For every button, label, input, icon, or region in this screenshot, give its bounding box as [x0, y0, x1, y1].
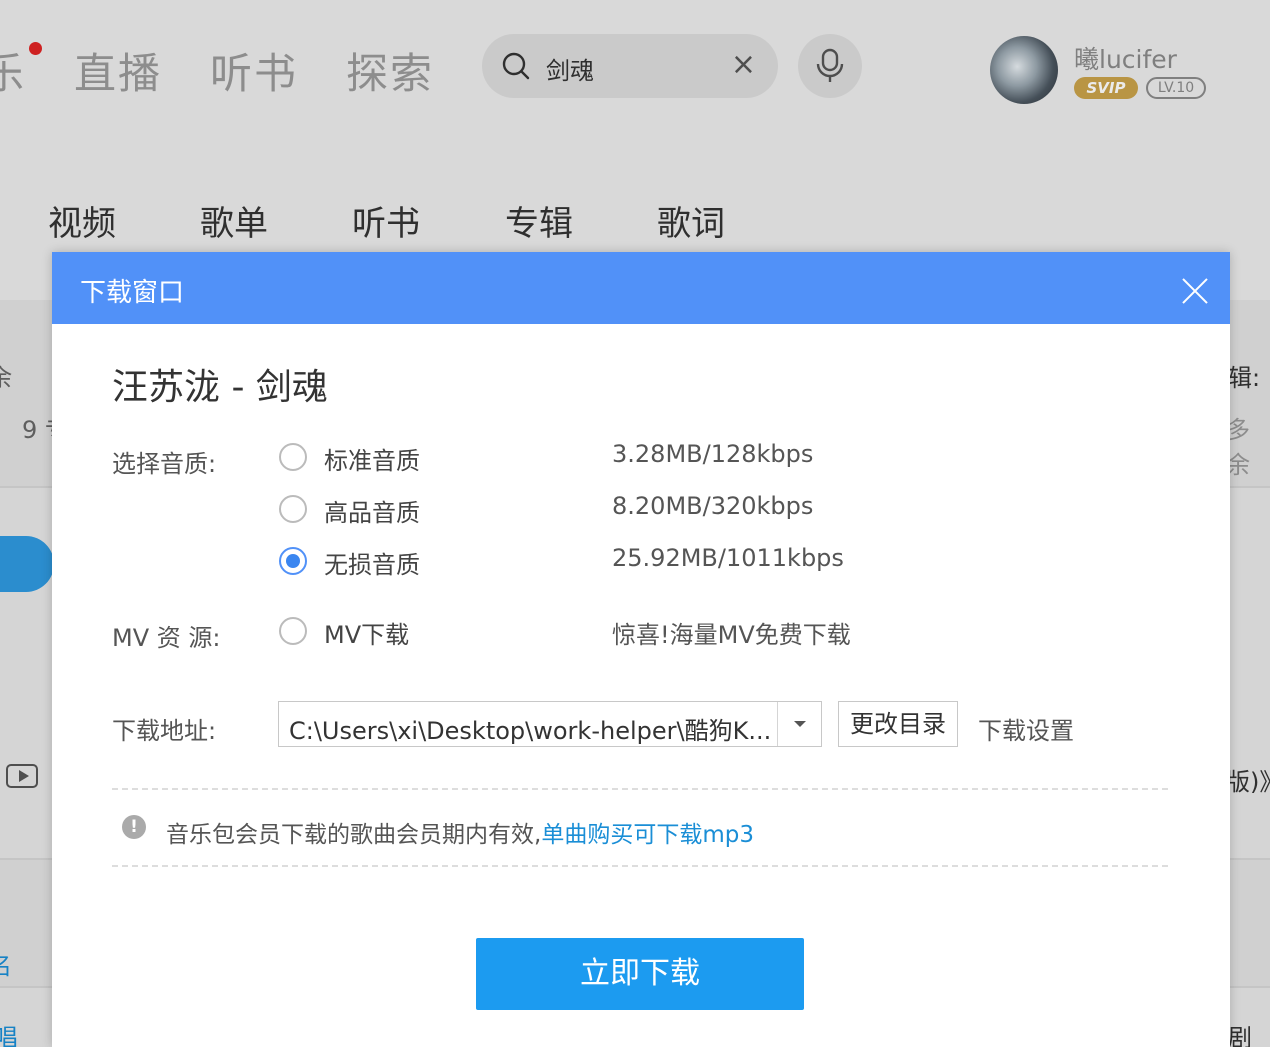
- membership-notice: 音乐包会员下载的歌曲会员期内有效,单曲购买可下载mp3: [166, 815, 754, 849]
- quality-label: 选择音质:: [112, 450, 217, 478]
- option-label-high[interactable]: 高品音质: [324, 493, 420, 528]
- download-dialog: 下载窗口 汪苏泷 - 剑魂 选择音质: 标准音质 3.28MB/128kbps …: [52, 252, 1230, 1047]
- option-info-standard: 3.28MB/128kbps: [612, 440, 814, 468]
- option-label-mv[interactable]: MV下载: [324, 615, 409, 650]
- radio-standard-quality[interactable]: [279, 443, 307, 471]
- mv-source-label: MV 资 源:: [112, 624, 221, 652]
- download-settings-link[interactable]: 下载设置: [978, 711, 1074, 746]
- close-icon[interactable]: [1182, 278, 1208, 304]
- download-now-button[interactable]: 立即下载: [476, 938, 804, 1010]
- song-title: 汪苏泷 - 剑魂: [112, 367, 328, 408]
- warning-icon: !: [122, 815, 146, 839]
- download-path-value: C:\Users\xi\Desktop\work-helper\酷狗K...: [289, 717, 769, 745]
- download-path-label: 下载地址:: [112, 717, 217, 745]
- option-info-high: 8.20MB/320kbps: [612, 492, 814, 520]
- download-path-select[interactable]: C:\Users\xi\Desktop\work-helper\酷狗K...: [278, 701, 822, 747]
- divider: [112, 865, 1168, 867]
- buy-single-link[interactable]: 单曲购买可下载mp3: [541, 822, 754, 848]
- radio-mv-download[interactable]: [279, 617, 307, 645]
- option-label-standard[interactable]: 标准音质: [324, 441, 420, 476]
- chevron-down-icon[interactable]: [777, 702, 821, 746]
- divider: [112, 788, 1168, 790]
- notice-text: 音乐包会员下载的歌曲会员期内有效,: [166, 822, 542, 848]
- radio-lossless-quality[interactable]: [279, 547, 307, 575]
- option-label-lossless[interactable]: 无损音质: [324, 545, 420, 580]
- dialog-title: 下载窗口: [80, 278, 185, 308]
- option-info-lossless: 25.92MB/1011kbps: [612, 544, 844, 572]
- dialog-header: 下载窗口: [52, 252, 1230, 324]
- option-info-mv: 惊喜!海量MV免费下载: [612, 621, 851, 649]
- change-directory-button[interactable]: 更改目录: [838, 701, 958, 747]
- radio-high-quality[interactable]: [279, 495, 307, 523]
